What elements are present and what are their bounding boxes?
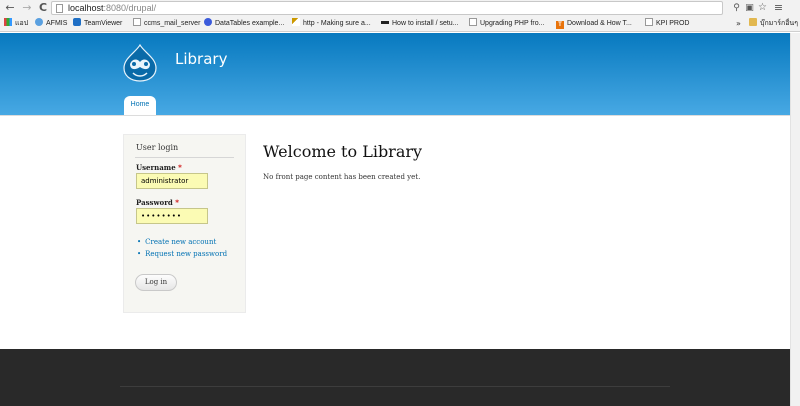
- username-field[interactable]: administrator: [136, 173, 208, 189]
- reload-icon[interactable]: C: [36, 1, 50, 15]
- bookmark-item[interactable]: How to install / setu...: [381, 16, 459, 32]
- login-links: Create new account Request new password: [137, 236, 227, 260]
- password-field[interactable]: ••••••••: [136, 208, 208, 224]
- bookmark-item[interactable]: TeamViewer: [73, 16, 122, 32]
- username-label: Username *: [136, 163, 182, 172]
- page-title: Welcome to Library: [263, 142, 423, 161]
- footer-divider: [120, 386, 670, 387]
- page-scrollbar[interactable]: [790, 33, 800, 406]
- drupal-logo-icon[interactable]: [122, 44, 158, 82]
- user-login-block: User login Username * administrator Pass…: [123, 134, 246, 313]
- password-label: Password *: [136, 198, 179, 207]
- pen-icon: [292, 18, 300, 26]
- extension-icon[interactable]: ⚲: [731, 2, 742, 14]
- divider: [135, 157, 234, 158]
- browser-toolbar: ← → C localhost:8080/drupal/ ⚲ ▣ ☆ ≡: [0, 0, 800, 16]
- bookmarks-bar: แอป AFMIS TeamViewer ccms_mail_server Da…: [0, 16, 800, 32]
- page-text: No front page content has been created y…: [263, 173, 421, 181]
- bookmark-item[interactable]: แอป: [4, 16, 28, 32]
- other-bookmarks[interactable]: บุ๊กมาร์กอื่นๆ: [749, 16, 798, 32]
- request-password-link[interactable]: Request new password: [137, 248, 227, 260]
- star-icon[interactable]: ☆: [757, 2, 768, 14]
- apps-icon: [4, 18, 12, 26]
- translate-icon[interactable]: ▣: [744, 2, 755, 14]
- site-header: Library Home: [0, 33, 800, 116]
- bookmark-item[interactable]: AFMIS: [35, 16, 67, 32]
- teamviewer-icon: [73, 18, 81, 26]
- page-icon: [56, 4, 63, 13]
- back-icon[interactable]: ←: [3, 1, 17, 15]
- header-divider: [0, 115, 800, 116]
- t-icon: T: [556, 21, 564, 29]
- login-button[interactable]: Log in: [135, 274, 177, 291]
- create-account-link[interactable]: Create new account: [137, 236, 227, 248]
- menu-icon[interactable]: ≡: [773, 2, 784, 14]
- page-icon: [133, 18, 141, 26]
- globe-icon: [204, 18, 212, 26]
- bookmark-item[interactable]: DataTables example...: [204, 16, 284, 32]
- bookmark-item[interactable]: ccms_mail_server: [133, 16, 200, 32]
- address-url[interactable]: localhost:8080/drupal/: [68, 2, 156, 14]
- bookmark-item[interactable]: T Download & How T...: [556, 16, 632, 32]
- page-icon: [645, 18, 653, 26]
- site-footer: [0, 349, 800, 406]
- bookmark-item[interactable]: http - Making sure a...: [292, 16, 371, 32]
- bookmark-item[interactable]: KPI PROD: [645, 16, 689, 32]
- bookmarks-more-icon[interactable]: »: [736, 16, 741, 32]
- tab-home[interactable]: Home: [124, 96, 156, 116]
- site-name[interactable]: Library: [175, 50, 227, 68]
- bar-icon: [381, 21, 389, 24]
- page-icon: [469, 18, 477, 26]
- bookmark-item[interactable]: Upgrading PHP fro...: [469, 16, 544, 32]
- address-bar[interactable]: localhost:8080/drupal/: [51, 1, 723, 15]
- drop-icon: [35, 18, 43, 26]
- forward-icon[interactable]: →: [20, 1, 34, 15]
- block-title: User login: [136, 143, 179, 152]
- folder-icon: [749, 18, 757, 26]
